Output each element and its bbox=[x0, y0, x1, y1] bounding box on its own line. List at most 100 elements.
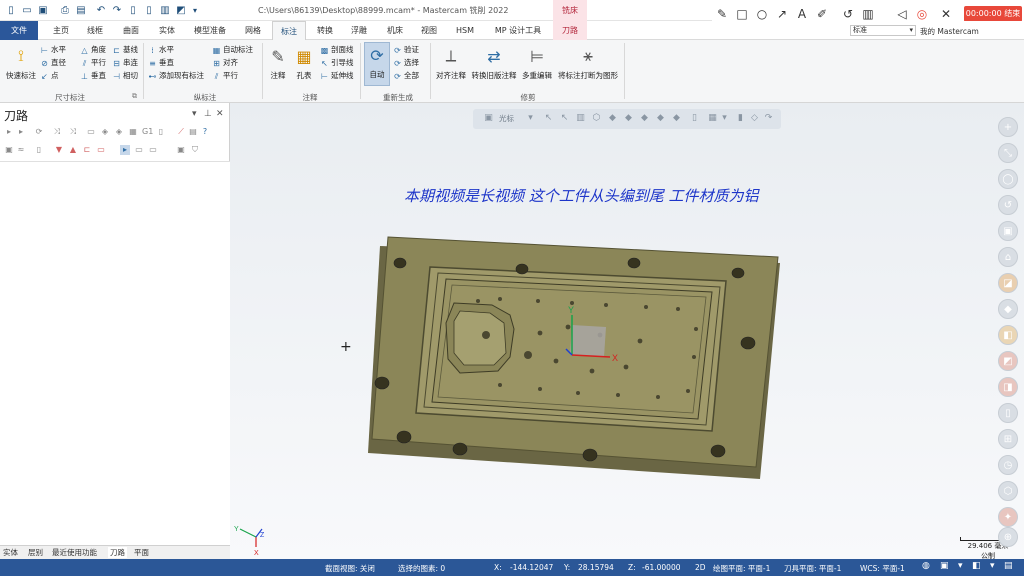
tab-model-prep[interactable]: 模型准备 bbox=[188, 21, 232, 40]
simulate-icon[interactable]: ◈ bbox=[114, 127, 124, 137]
close-panel-icon[interactable]: ✕ bbox=[216, 109, 224, 119]
shaded-view-icon[interactable]: ◆ bbox=[998, 299, 1018, 319]
note-button[interactable]: ✎ 注释 bbox=[266, 44, 290, 81]
section-view-icon[interactable]: ⊞ bbox=[998, 429, 1018, 449]
explode-dims-button[interactable]: ⚹ 将标注打断为图形 bbox=[556, 44, 620, 81]
regenerate-dirty-icon[interactable]: ⤨ bbox=[52, 127, 62, 137]
expand-icon[interactable]: ▭ bbox=[148, 145, 158, 155]
lock-op-icon[interactable]: ▣ bbox=[4, 145, 14, 155]
pin-icon[interactable]: ⊥ bbox=[204, 109, 212, 119]
wireframe-view-icon[interactable]: ◪ bbox=[998, 273, 1018, 293]
tab-recent-functions[interactable]: 最近使用功能 bbox=[52, 547, 97, 558]
tool-plane-status[interactable]: 刀具平面: 平面-1 bbox=[784, 563, 841, 574]
regen-all-button[interactable]: ⟳ 全部 bbox=[393, 70, 419, 82]
properties-icon[interactable]: ▣ bbox=[176, 145, 186, 155]
print-preview-icon[interactable]: ▤ bbox=[74, 3, 88, 17]
tab-mp-design-tools[interactable]: MP 设计工具 bbox=[490, 21, 546, 40]
workpiece-model[interactable]: Y X bbox=[360, 231, 920, 499]
regenerate-all-icon[interactable]: ⤨ bbox=[68, 127, 78, 137]
select-body-icon[interactable]: ◆ bbox=[639, 113, 650, 124]
chevron-down-icon[interactable]: ▾ bbox=[958, 561, 963, 571]
square-icon[interactable]: □ bbox=[734, 6, 750, 22]
dim-angle-button[interactable]: △ 角度 bbox=[80, 44, 106, 56]
tab-solids-manager[interactable]: 实体 bbox=[3, 547, 18, 558]
autocursor-icon[interactable]: ▮ bbox=[735, 113, 746, 124]
arrow-icon[interactable]: ↗ bbox=[774, 6, 790, 22]
mic-off-icon[interactable]: ◎ bbox=[914, 6, 930, 22]
dialog-launcher-icon[interactable]: ⧉ bbox=[132, 92, 137, 101]
select-loop-icon[interactable]: ◆ bbox=[655, 113, 666, 124]
stop-recording-button[interactable]: 00:00:00 结束 bbox=[964, 6, 1022, 22]
solid-view-icon[interactable]: ⬡ bbox=[998, 481, 1018, 501]
search-combo[interactable]: 标准 ▾ bbox=[850, 25, 916, 36]
dim-point-button[interactable]: ↙ 点 bbox=[40, 70, 58, 82]
top-view-icon[interactable]: ◩ bbox=[998, 351, 1018, 371]
select-filter-icon[interactable]: ▥ bbox=[575, 113, 586, 124]
tab-file[interactable]: 文件 bbox=[0, 21, 38, 40]
leader-button[interactable]: ↖ 引导线 bbox=[320, 57, 353, 69]
tab-home[interactable]: 主页 bbox=[46, 21, 76, 40]
insert-arrow-icon[interactable]: ⊏ bbox=[82, 145, 92, 155]
front-view-icon[interactable]: ◨ bbox=[998, 377, 1018, 397]
tab-planes-manager[interactable]: 平面 bbox=[134, 547, 149, 558]
rotate-icon[interactable]: ◯ bbox=[998, 169, 1018, 189]
redo-select-icon[interactable]: ↷ bbox=[763, 113, 774, 124]
dim-diameter-button[interactable]: ⊘ 直径 bbox=[40, 57, 66, 69]
toolpath-tree[interactable] bbox=[0, 161, 230, 545]
dim-horizontal-button[interactable]: ⊢ 水平 bbox=[40, 44, 66, 56]
redo-icon[interactable]: ↷ bbox=[110, 3, 124, 17]
toolpath-manager-icon[interactable]: ⟋ bbox=[176, 127, 186, 137]
speaker-icon[interactable]: ◁ bbox=[894, 6, 910, 22]
regenerate-selected-icon[interactable]: ⟳ bbox=[34, 127, 44, 137]
display-mode-icon[interactable]: ◧ bbox=[972, 561, 981, 571]
select-regen-button[interactable]: ⟳ 选择 bbox=[393, 57, 419, 69]
home-view-icon[interactable]: ⌂ bbox=[998, 247, 1018, 267]
settings-icon[interactable]: ▤ bbox=[188, 127, 198, 137]
pen-icon[interactable]: ✎ bbox=[714, 6, 730, 22]
filter-icon[interactable]: ⛉ bbox=[190, 145, 200, 155]
verify-select-icon[interactable]: ▯ bbox=[689, 113, 700, 124]
dim-parallel-button[interactable]: ⫽ 平行 bbox=[80, 57, 106, 69]
tab-relief[interactable]: 浮雕 bbox=[344, 21, 374, 40]
auto-regenerate-button[interactable]: ⟳ 自动 bbox=[364, 42, 390, 86]
settings-icon[interactable]: ✦ bbox=[998, 507, 1018, 527]
witness-line-button[interactable]: ⊢ 延伸线 bbox=[320, 70, 353, 82]
post-icon[interactable]: ▯ bbox=[156, 127, 166, 137]
chevron-down-icon[interactable]: ▾ bbox=[990, 561, 995, 571]
verify-icon[interactable]: ◈ bbox=[100, 127, 110, 137]
toggle-post-icon[interactable]: ▯ bbox=[34, 145, 44, 155]
print-icon[interactable]: ⎙ bbox=[58, 3, 72, 17]
toggle-display-icon[interactable]: ≈ bbox=[16, 145, 26, 155]
cube-icon[interactable]: ▣ bbox=[940, 561, 949, 571]
chevron-down-icon[interactable]: ▾ bbox=[525, 113, 536, 124]
move-down-icon[interactable]: ▼ bbox=[54, 145, 64, 155]
tab-wireframe[interactable]: 线框 bbox=[80, 21, 110, 40]
tab-hsm[interactable]: HSM bbox=[450, 21, 480, 40]
ord-parallel-button[interactable]: ⫽ 平行 bbox=[212, 70, 238, 82]
undo-icon[interactable]: ↶ bbox=[94, 3, 108, 17]
highlighter-icon[interactable]: ✐ bbox=[814, 6, 830, 22]
select-invalid-ops-icon[interactable]: ▸ bbox=[16, 127, 26, 137]
tab-annotate[interactable]: 标注 bbox=[272, 21, 306, 40]
text-icon[interactable]: A bbox=[794, 6, 810, 22]
lock-icon[interactable]: ▦ bbox=[128, 127, 138, 137]
wcs-status[interactable]: WCS: 平面-1 bbox=[860, 563, 905, 574]
grid-icon[interactable]: ▦ bbox=[707, 113, 718, 124]
select-edge-icon[interactable]: ◆ bbox=[671, 113, 682, 124]
ord-horizontal-button[interactable]: ⁞ 水平 bbox=[148, 44, 174, 56]
hatch-button[interactable]: ▩ 剖面线 bbox=[320, 44, 354, 56]
tab-solids[interactable]: 实体 bbox=[152, 21, 182, 40]
new-file-icon[interactable]: ▯ bbox=[4, 3, 18, 17]
zoom-in-icon[interactable]: + bbox=[998, 117, 1018, 137]
close-icon[interactable]: ✕ bbox=[938, 6, 954, 22]
dim-chain-button[interactable]: ⊟ 串连 bbox=[112, 57, 138, 69]
tab-transform[interactable]: 转换 bbox=[310, 21, 340, 40]
align-notes-button[interactable]: ⟂ 对齐注释 bbox=[434, 44, 468, 81]
dim-vertical-button[interactable]: ⊥ 垂直 bbox=[80, 70, 106, 82]
my-mastercam-link[interactable]: 我的 Mastercam bbox=[920, 26, 979, 37]
select-icon[interactable]: ↖ bbox=[559, 113, 570, 124]
move-up-icon[interactable]: ▲ bbox=[68, 145, 78, 155]
validate-button[interactable]: ⟳ 验证 bbox=[393, 44, 419, 56]
convert-legacy-button[interactable]: ⇄ 转换旧版注释 bbox=[470, 44, 518, 81]
select-all-ops-icon[interactable]: ▸ bbox=[4, 127, 14, 137]
